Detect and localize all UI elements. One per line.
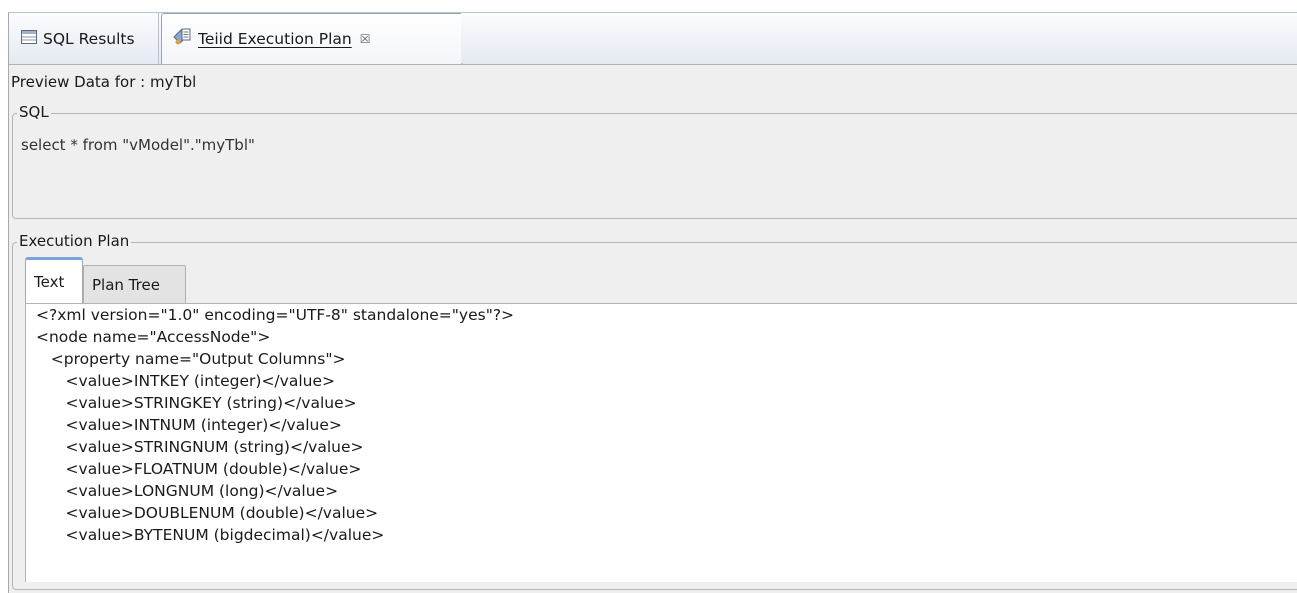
plan-text-line: <value>INTKEY (integer)</value> bbox=[36, 372, 335, 390]
sql-group: SQL select * from "vModel"."myTbl" bbox=[12, 103, 1297, 219]
plan-text-line: <value>STRINGKEY (string)</value> bbox=[36, 394, 357, 412]
tab-teiid-execution-plan[interactable]: Teiid Execution Plan ☒ bbox=[161, 13, 461, 64]
plan-text-line: <value>DOUBLENUM (double)</value> bbox=[36, 504, 379, 522]
plan-text-line: <value>BYTENUM (bigdecimal)</value> bbox=[36, 526, 385, 544]
tab-sql-results[interactable]: SQL Results bbox=[9, 13, 159, 64]
sql-group-legend: SQL bbox=[17, 103, 51, 121]
plan-text-line: <node name="AccessNode"> bbox=[36, 328, 271, 346]
tab-sql-results-label: SQL Results bbox=[43, 29, 135, 48]
plan-text-area[interactable]: <?xml version="1.0" encoding="UTF-8" sta… bbox=[25, 303, 1297, 582]
plan-text-line: <value>FLOATNUM (double)</value> bbox=[36, 460, 362, 478]
view-content: Preview Data for : myTbl SQL select * fr… bbox=[9, 65, 1297, 593]
view-container: SQL Results Teiid Execution Plan ☒ Previ… bbox=[8, 12, 1297, 593]
sql-query-text[interactable]: select * from "vModel"."myTbl" bbox=[21, 136, 255, 154]
preview-title: Preview Data for : myTbl bbox=[11, 73, 197, 91]
tab-teiid-execution-plan-label: Teiid Execution Plan bbox=[198, 30, 352, 48]
close-icon[interactable]: ☒ bbox=[360, 32, 371, 46]
plan-text-line: <?xml version="1.0" encoding="UTF-8" sta… bbox=[36, 306, 515, 324]
tab-plan-tree[interactable]: Plan Tree bbox=[83, 265, 186, 303]
plan-text-line: <property name="Output Columns"> bbox=[36, 350, 346, 368]
view-tab-bar: SQL Results Teiid Execution Plan ☒ bbox=[9, 13, 1297, 65]
execution-plan-legend: Execution Plan bbox=[17, 232, 132, 250]
plan-text-line: <value>STRINGNUM (string)</value> bbox=[36, 438, 364, 456]
plan-text-line: <value>LONGNUM (long)</value> bbox=[36, 482, 339, 500]
tab-text[interactable]: Text bbox=[25, 257, 83, 303]
execution-plan-group: Execution Plan Text Plan Tree <?xml vers… bbox=[12, 232, 1297, 590]
plan-text-line: <value>INTNUM (integer)</value> bbox=[36, 416, 342, 434]
table-icon bbox=[21, 29, 37, 48]
plan-document-icon bbox=[172, 28, 192, 50]
